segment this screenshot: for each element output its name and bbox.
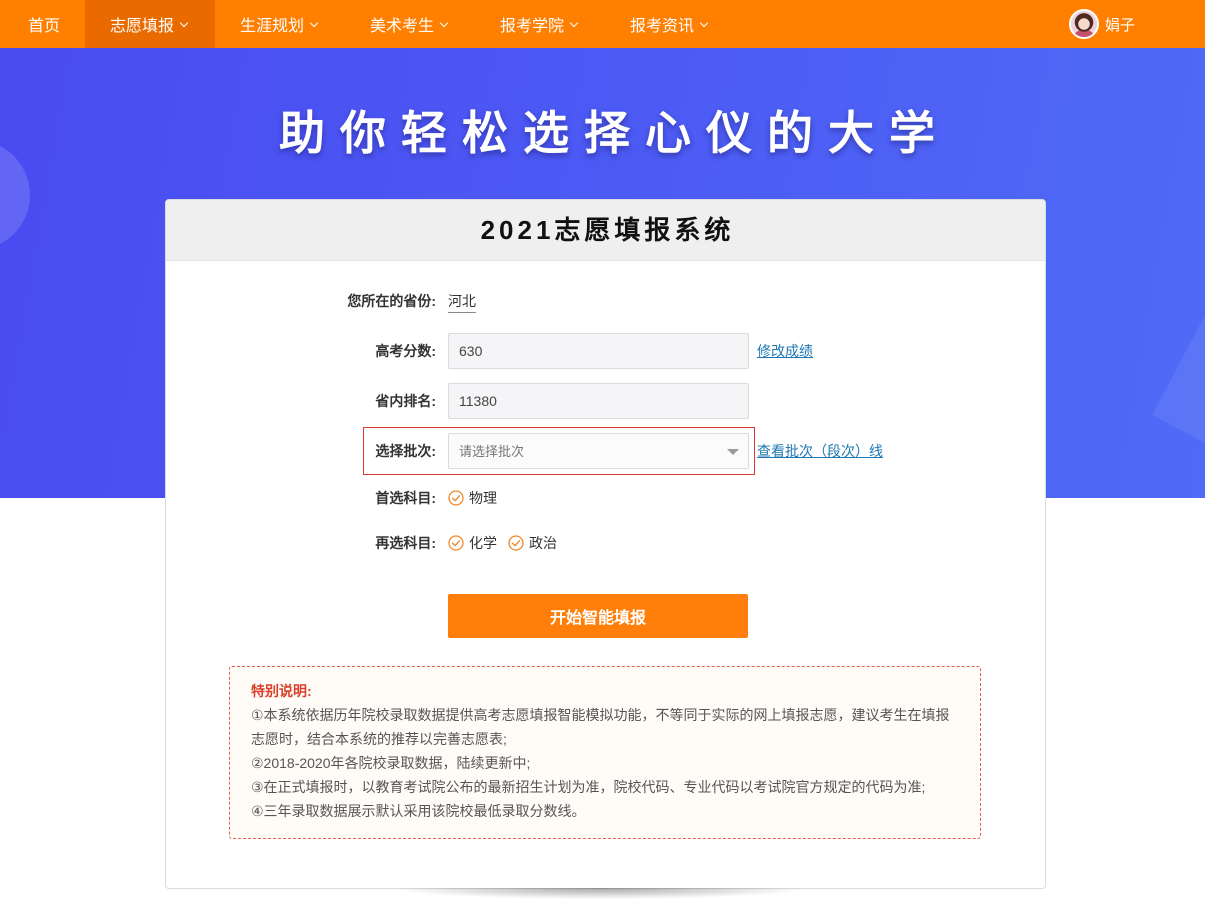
caret-down-icon bbox=[727, 449, 739, 455]
rank-label: 省内排名: bbox=[375, 393, 436, 409]
second-subject-options: 化学 政治 bbox=[448, 533, 568, 553]
notice-item: ①本系统依据历年院校录取数据提供高考志愿填报智能模拟功能，不等同于实际的网上填报… bbox=[251, 707, 950, 747]
nav-item-label: 首页 bbox=[28, 18, 61, 35]
nav-item-colleges[interactable]: 报考学院 bbox=[475, 0, 605, 48]
subject-name: 化学 bbox=[469, 535, 497, 551]
user-name[interactable]: 娟子 bbox=[1105, 16, 1135, 36]
score-label: 高考分数: bbox=[375, 343, 436, 359]
subject-name: 物理 bbox=[469, 490, 497, 506]
nav-item-art-students[interactable]: 美术考生 bbox=[345, 0, 475, 48]
notice-item: ④三年录取数据展示默认采用该院校最低录取分数线。 bbox=[251, 803, 586, 819]
chevron-down-icon bbox=[309, 18, 319, 27]
view-batch-lines-link[interactable]: 查看批次（段次）线 bbox=[757, 441, 883, 461]
province-label: 您所在的省份: bbox=[347, 293, 436, 309]
application-card: 2021志愿填报系统 您所在的省份: 河北 高考分数: 修改成绩 省内排名: 选… bbox=[165, 199, 1046, 889]
nav-item-career-planning[interactable]: 生涯规划 bbox=[215, 0, 345, 48]
subject-option-physics: 物理 bbox=[448, 488, 497, 508]
check-circle-icon bbox=[448, 535, 464, 551]
start-smart-application-button[interactable]: 开始智能填报 bbox=[448, 594, 748, 638]
chevron-down-icon bbox=[179, 18, 189, 27]
second-subject-label: 再选科目: bbox=[375, 535, 436, 551]
province-select[interactable]: 河北 bbox=[448, 291, 476, 313]
nav-item-label: 报考资讯 bbox=[630, 18, 695, 35]
top-nav: 首页 志愿填报 生涯规划 美术考生 报考学院 报考资讯 娟子 bbox=[0, 0, 1205, 48]
batch-label: 选择批次: bbox=[375, 443, 436, 459]
chevron-down-icon bbox=[569, 18, 579, 27]
check-circle-icon bbox=[508, 535, 524, 551]
check-circle-icon bbox=[448, 490, 464, 506]
notice-item: ③在正式填报时，以教育考试院公布的最新招生计划为准，院校代码、专业代码以考试院官… bbox=[251, 779, 926, 795]
subject-name: 政治 bbox=[529, 535, 557, 551]
nav-menu: 首页 志愿填报 生涯规划 美术考生 报考学院 报考资讯 bbox=[3, 0, 735, 48]
subject-option-politics: 政治 bbox=[508, 533, 557, 553]
subject-option-chemistry: 化学 bbox=[448, 533, 497, 553]
notice-title: 特别说明: bbox=[251, 683, 312, 699]
nav-item-label: 志愿填报 bbox=[110, 18, 175, 35]
avatar[interactable] bbox=[1069, 9, 1099, 39]
edit-score-link[interactable]: 修改成绩 bbox=[757, 341, 813, 361]
hero-title: 助你轻松选择心仪的大学 bbox=[279, 107, 950, 159]
notice-box: 特别说明: ①本系统依据历年院校录取数据提供高考志愿填报智能模拟功能，不等同于实… bbox=[229, 666, 981, 839]
score-input[interactable] bbox=[448, 333, 749, 369]
chevron-down-icon bbox=[699, 18, 709, 27]
batch-select-placeholder: 请选择批次 bbox=[459, 444, 525, 459]
card-header: 2021志愿填报系统 bbox=[166, 200, 1045, 261]
batch-select[interactable]: 请选择批次 bbox=[448, 433, 749, 469]
nav-item-application[interactable]: 志愿填报 bbox=[85, 0, 215, 48]
notice-item: ②2018-2020年各院校录取数据，陆续更新中; bbox=[251, 755, 531, 771]
first-subject-options: 物理 bbox=[448, 488, 508, 508]
decorative-shape bbox=[1152, 308, 1205, 458]
nav-item-label: 报考学院 bbox=[500, 18, 565, 35]
chevron-down-icon bbox=[439, 18, 449, 27]
first-subject-label: 首选科目: bbox=[375, 490, 436, 506]
rank-input[interactable] bbox=[448, 383, 749, 419]
nav-item-label: 生涯规划 bbox=[240, 18, 305, 35]
card-title: 2021志愿填报系统 bbox=[480, 215, 735, 245]
nav-item-home[interactable]: 首页 bbox=[3, 0, 85, 48]
nav-item-label: 美术考生 bbox=[370, 18, 435, 35]
nav-item-news[interactable]: 报考资讯 bbox=[605, 0, 735, 48]
card-shadow bbox=[300, 888, 900, 904]
